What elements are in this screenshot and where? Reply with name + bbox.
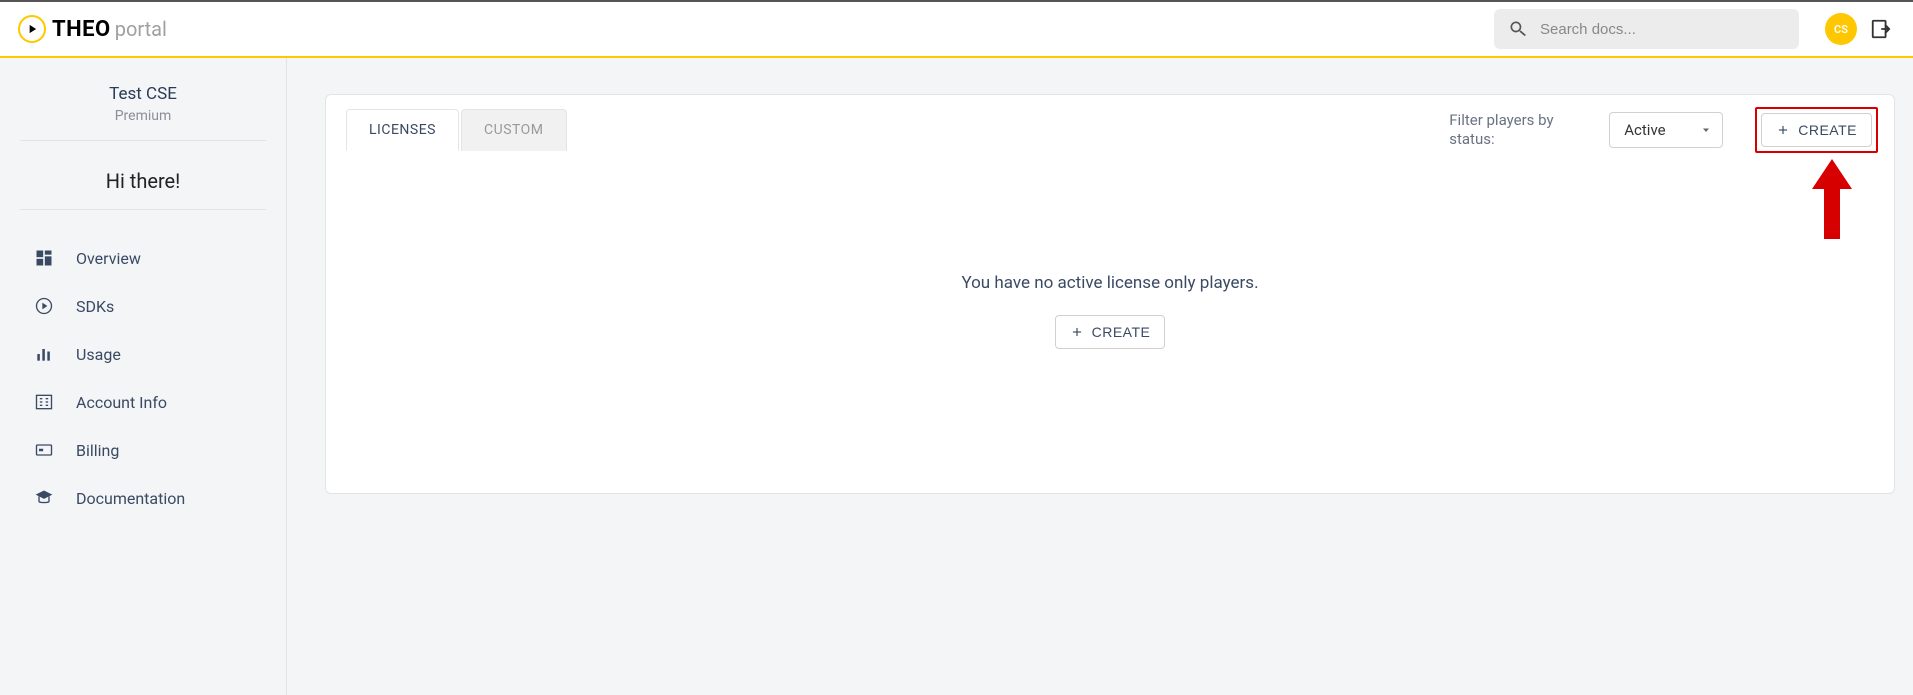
- sidebar-item-label: SDKs: [76, 297, 114, 316]
- logo-text: THEO: [52, 17, 111, 42]
- create-button-top[interactable]: CREATE: [1761, 113, 1872, 147]
- logout-button[interactable]: [1867, 15, 1895, 43]
- sidebar-item-label: Account Info: [76, 393, 167, 412]
- greeting-block: Hi there!: [20, 141, 266, 210]
- plus-icon: [1070, 325, 1084, 339]
- logout-icon: [1870, 18, 1892, 40]
- sidebar-item-documentation[interactable]: Documentation: [0, 474, 286, 522]
- sidebar-item-account-info[interactable]: Account Info: [0, 378, 286, 426]
- sidebar-item-billing[interactable]: Billing: [0, 426, 286, 474]
- main-content: LICENSES CUSTOM Filter players by status…: [287, 58, 1913, 695]
- search-box[interactable]: [1494, 9, 1799, 49]
- logo[interactable]: THEOportal: [18, 15, 167, 43]
- billing-icon: [34, 440, 54, 460]
- create-highlight: CREATE: [1755, 107, 1878, 153]
- status-filter-value: Active: [1624, 121, 1665, 139]
- tab-licenses[interactable]: LICENSES: [346, 109, 459, 151]
- building-icon: [34, 392, 54, 412]
- header-bar: THEOportal CS: [0, 0, 1913, 58]
- search-icon: [1508, 19, 1528, 39]
- plus-icon: [1776, 123, 1790, 137]
- graduation-icon: [34, 488, 54, 508]
- sidebar-item-label: Documentation: [76, 489, 185, 508]
- search-input[interactable]: [1540, 21, 1785, 38]
- licenses-card: LICENSES CUSTOM Filter players by status…: [325, 94, 1895, 494]
- play-circle-icon: [34, 296, 54, 316]
- logo-mark-icon: [18, 15, 46, 43]
- dashboard-icon: [34, 248, 54, 268]
- sidebar-item-label: Overview: [76, 249, 141, 268]
- nav: Overview SDKs Usage Account Info Billing…: [0, 234, 286, 522]
- tabs: LICENSES CUSTOM: [346, 109, 569, 151]
- greeting-text: Hi there!: [40, 169, 246, 193]
- sidebar: Test CSE Premium Hi there! Overview SDKs…: [0, 58, 287, 695]
- tab-custom[interactable]: CUSTOM: [461, 109, 567, 151]
- empty-state-text: You have no active license only players.: [961, 273, 1258, 293]
- sidebar-item-label: Billing: [76, 441, 119, 460]
- card-toolbar: LICENSES CUSTOM Filter players by status…: [326, 95, 1894, 153]
- filter-label: Filter players by status:: [1449, 111, 1589, 150]
- status-filter-select[interactable]: Active: [1609, 112, 1723, 148]
- chevron-down-icon: [1700, 124, 1712, 136]
- annotation-arrow-icon: [1812, 159, 1852, 239]
- chart-icon: [34, 344, 54, 364]
- org-block: Test CSE Premium: [20, 76, 266, 141]
- sidebar-item-overview[interactable]: Overview: [0, 234, 286, 282]
- sidebar-item-label: Usage: [76, 345, 121, 364]
- org-plan: Premium: [40, 108, 246, 124]
- create-button-label: CREATE: [1092, 324, 1151, 340]
- create-button-empty[interactable]: CREATE: [1055, 315, 1166, 349]
- sidebar-item-usage[interactable]: Usage: [0, 330, 286, 378]
- create-button-label: CREATE: [1798, 122, 1857, 138]
- org-name: Test CSE: [40, 84, 246, 104]
- avatar[interactable]: CS: [1825, 13, 1857, 45]
- card-body: You have no active license only players.…: [326, 153, 1894, 409]
- sidebar-item-sdks[interactable]: SDKs: [0, 282, 286, 330]
- logo-suffix: portal: [115, 17, 167, 41]
